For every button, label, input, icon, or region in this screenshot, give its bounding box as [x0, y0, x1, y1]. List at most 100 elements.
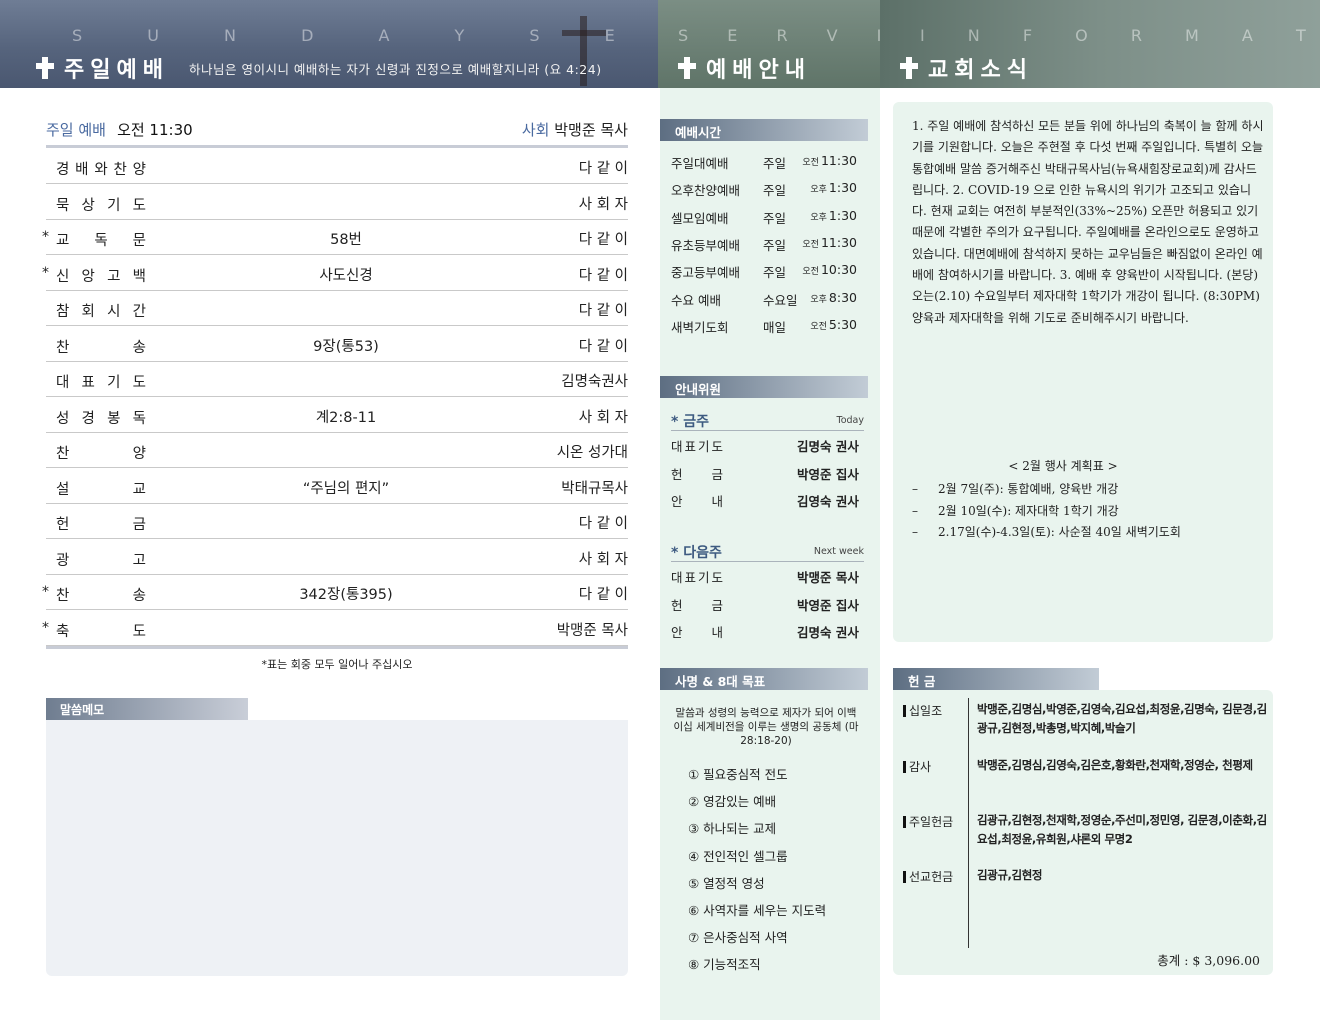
service-item-char: 참	[56, 304, 70, 320]
worship-ampm: 오후	[810, 185, 827, 196]
service-item-char: 찬	[56, 588, 70, 604]
service-item-row: 광고사 회 자	[46, 539, 628, 575]
bar-marker-icon	[903, 815, 906, 828]
worship-time-group: 오후 1:30	[808, 180, 857, 195]
worship-time-row: 주일대예배 주일 오전 11:30	[671, 153, 861, 173]
dash-icon: –	[912, 503, 918, 518]
worship-time: 11:30	[820, 153, 857, 168]
service-item-char: 축	[56, 623, 70, 640]
usher-role: 대표기도	[671, 567, 723, 586]
worship-name: 셀모임예배	[671, 210, 729, 226]
service-item-leader: 박맹준 목사	[556, 622, 628, 639]
service-item-row: 헌금다 같 이	[46, 503, 628, 539]
worship-day-group: 주일	[763, 235, 786, 254]
service-item-detail: 342장(통395)	[299, 587, 393, 603]
worship-time-group: 오후 1:30	[808, 208, 857, 223]
worship-time-group: 오전 11:30	[800, 153, 857, 168]
this-week-sub: Today	[836, 415, 864, 426]
worship-ampm: 오후	[810, 212, 827, 223]
usher-role-char: 헌	[671, 597, 683, 613]
standing-mark: *	[42, 619, 49, 636]
service-item-row: * 교 독 문 58번 다 같 이	[42, 219, 628, 255]
section-title-service-info: 예배안내	[706, 58, 811, 83]
service-item-name: 경배와찬양	[56, 158, 146, 179]
service-item-char: 헌	[56, 517, 70, 533]
usher-role-char: 금	[711, 466, 723, 482]
worship-name: 주일대예배	[671, 156, 729, 171]
standing-note: *표는 회중 모두 일어나 주십시오	[261, 658, 413, 671]
worship-time-row: 수요 예배 수요일 오후 8:30	[671, 290, 861, 310]
usher-role: 안내	[671, 622, 723, 641]
service-item-name: 참회시간	[56, 300, 146, 321]
plan-text: 2.17일(수)-4.3일(토): 사순절 40일 새벽기도회	[938, 525, 1181, 539]
service-item-row: * 신 앙 고 백 사도신경 다 같 이	[42, 255, 628, 291]
worship-time: 8:30	[828, 289, 857, 305]
usher-row: 헌 금 박영준 집사	[671, 464, 864, 484]
service-item-leader: 다 같 이	[578, 232, 628, 248]
service-item-char: 교	[132, 481, 146, 498]
service-item-name: 찬양	[56, 442, 146, 463]
goal-item: ③ 하나되는 교제	[688, 821, 777, 837]
worship-time: 1:30	[828, 207, 857, 223]
service-item-row: 참회시간 다 같 이	[46, 290, 628, 326]
news-text: 1. 주일 예배에 참석하신 모든 분들 위에 하나님의 축복이 늘 함께 하시…	[912, 119, 1264, 325]
service-item-leader: 다 같 이	[578, 303, 628, 319]
service-item-char: 배	[75, 162, 89, 178]
worship-ampm: 오전	[802, 158, 819, 168]
offering-label: 헌 금	[893, 668, 1099, 690]
this-week-title: * 금주	[671, 414, 709, 430]
service-item-name: 교독문	[56, 229, 146, 250]
service-item-detail: “주님의 편지”	[302, 480, 390, 497]
service-item-leader: 다 같 이	[578, 338, 628, 355]
usher-person: 김영숙 권사	[797, 494, 859, 509]
usher-person: 박맹준 목사	[797, 570, 859, 585]
offering-category: 감사	[903, 758, 931, 775]
usher-role: 안내	[671, 491, 723, 510]
standing-mark: *	[42, 584, 49, 600]
header-band-service-info: S E R V I C E 예배안내	[658, 0, 880, 88]
memo-area	[46, 720, 628, 976]
usher-role-char: 기	[697, 439, 710, 454]
cross-icon	[34, 57, 56, 79]
worship-time-row: 오후찬양예배 주일 오후 1:30	[671, 180, 861, 200]
band-deco-text: S E R V I C E	[678, 26, 880, 45]
service-item-char: 기	[107, 375, 121, 391]
service-item-name: 성경봉독	[56, 407, 146, 428]
service-item-leader: 다 같 이	[578, 587, 628, 603]
usher-role-char: 표	[684, 439, 696, 454]
worship-name: 새벽기도회	[671, 319, 729, 335]
worship-day-group: 매일	[763, 317, 786, 336]
service-item-char: 금	[132, 517, 146, 533]
band-title-group: 주일예배 하나님은 영이시니 예배하는 자가 신령과 진정으로 예배할지니라 (…	[34, 52, 602, 84]
memo-label: 말씀메모	[46, 698, 248, 720]
goal-item: ⑧ 기능적조직	[688, 957, 761, 973]
header-verse: 하나님은 영이시니 예배하는 자가 신령과 진정으로 예배할지니라 (요 4:2…	[188, 61, 602, 77]
dash-icon: –	[912, 482, 918, 496]
divider	[968, 698, 969, 948]
service-item-name: 대표기도	[56, 371, 146, 392]
offering-names: 박맹준,김명심,박영준,김영숙,김요섭,최정윤,김명숙, 김문경,김광규,김현정…	[977, 702, 1267, 735]
service-item-char: 경	[81, 410, 95, 427]
section-title-church-news: 교회소식	[928, 58, 1033, 83]
worship-time: 11:30	[820, 234, 857, 250]
service-item-row: 설 교 “주님의 편지” 박태규목사	[46, 468, 628, 504]
worship-name: 오후찬양예배	[671, 183, 741, 199]
plan-title: < 2월 행사 계획표 >	[1008, 459, 1118, 473]
usher-role: 헌금	[671, 595, 723, 614]
usher-row: 안 내 김명숙 권사	[671, 622, 864, 642]
service-item-name: 묵상기도	[56, 194, 146, 215]
service-item-row: 경배와찬양 다 같 이	[46, 148, 628, 184]
plan-item: – 2.17일(수)-4.3일(토): 사순절 40일 새벽기도회	[912, 523, 1181, 540]
host-label: 사회	[521, 121, 550, 139]
band-deco-text: I N F O R M A T I O N	[920, 26, 1320, 45]
service-item-char: 도	[132, 197, 146, 214]
section-title-sunday-service: 주일예배	[64, 58, 169, 83]
worship-time-row: 셀모임예배 주일 오후 1:30	[671, 208, 861, 228]
worship-time: 10:30	[820, 262, 857, 278]
worship-ampm: 오전	[810, 321, 827, 332]
worship-time-group: 오전 10:30	[800, 262, 857, 277]
service-item-name: 찬송	[56, 336, 146, 357]
service-item-char: 교	[56, 233, 70, 249]
service-item-leader: 김명숙권사	[561, 374, 628, 390]
service-item-char: 기	[107, 197, 121, 214]
